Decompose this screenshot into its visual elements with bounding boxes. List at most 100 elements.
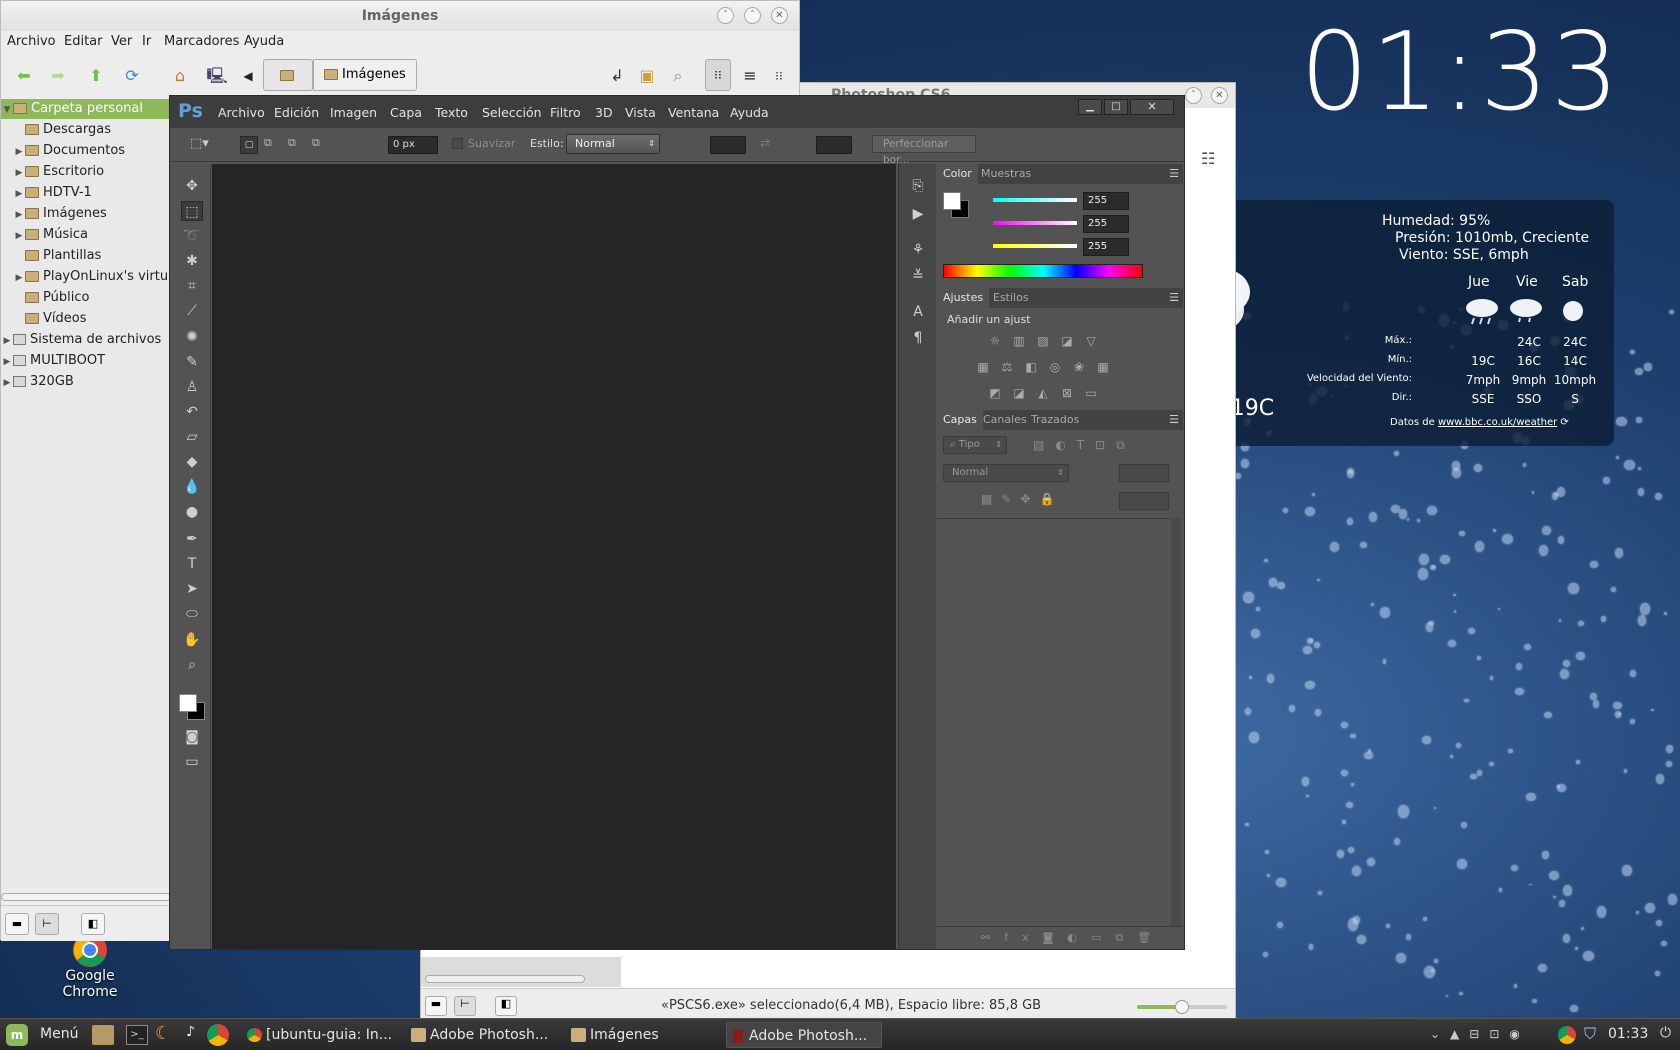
move-tool-icon[interactable]: ✥ — [181, 176, 203, 196]
bg-minimize-button[interactable]: ˇ — [1185, 87, 1202, 104]
eraser-tool-icon[interactable]: ▱ — [181, 427, 203, 447]
expand-right-icon[interactable]: ▶ — [13, 268, 25, 287]
sidebar-item[interactable]: ▶ MULTIBOOT — [1, 351, 171, 371]
breadcrumb-home[interactable] — [263, 59, 313, 91]
sidebar-item[interactable]: ▼ Carpeta personal — [1, 99, 171, 119]
close-sidebar-button[interactable]: ◧ — [81, 913, 105, 935]
sidebar-item[interactable]: ▶ Sistema de archivos — [1, 330, 171, 350]
desktop-chrome-shortcut[interactable]: Google Chrome — [40, 932, 140, 1000]
expand-right-icon[interactable]: ▶ — [13, 226, 25, 245]
bg-horizontal-scrollbar[interactable] — [425, 975, 585, 983]
paragraph-panel-icon[interactable]: ¶ — [909, 330, 927, 346]
green-value[interactable]: 255 — [1083, 215, 1129, 233]
ellipse-tool-icon[interactable]: ⬭ — [181, 604, 203, 624]
curves-icon[interactable]: ▨ — [1035, 334, 1051, 348]
actions-panel-icon[interactable]: ▶ — [909, 206, 927, 222]
tab-capas[interactable]: Capas — [937, 410, 983, 430]
start-menu-button[interactable]: Menú — [40, 1026, 78, 1042]
invert-icon[interactable]: ◩ — [987, 386, 1003, 400]
brush-tool-icon[interactable]: ✎ — [181, 352, 203, 372]
tab-trazados[interactable]: Trazados — [1025, 410, 1085, 430]
expand-right-icon[interactable]: ▶ — [13, 142, 25, 161]
shield-icon[interactable]: ⛉ — [1584, 1024, 1596, 1044]
computer-icon[interactable]: 🖳 — [206, 65, 228, 87]
add-selection-icon[interactable]: ⧉ — [264, 136, 272, 150]
places-button[interactable]: ▬ — [5, 913, 29, 935]
paint-bucket-icon[interactable]: ◆ — [181, 452, 203, 472]
task-photoshop[interactable]: Adobe Photosh... — [726, 1022, 882, 1048]
chrome-launcher-icon[interactable] — [207, 1024, 229, 1046]
compact-view-button[interactable]: ⁝⁝ — [768, 65, 790, 87]
tab-estilos[interactable]: Estilos — [987, 288, 1035, 308]
close-button[interactable]: ✕ — [771, 7, 788, 24]
menu-archivo[interactable]: Archivo — [7, 34, 56, 49]
maximize-button[interactable]: ˆ — [744, 7, 761, 24]
eyedropper-icon[interactable]: ⟋ — [181, 301, 203, 321]
ps-menu-texto[interactable]: Texto — [435, 105, 468, 120]
minimize-button[interactable]: ˇ — [717, 7, 734, 24]
system-tray-icons[interactable]: ⌄▲⊟⊡◉ — [1430, 1027, 1530, 1041]
magic-wand-icon[interactable]: ✱ — [181, 251, 203, 271]
refresh-icon[interactable]: ⟳ — [1560, 417, 1568, 428]
brush-panel-icon[interactable]: ⚘ — [909, 242, 927, 258]
taskbar-clock[interactable]: 01:33 — [1608, 1026, 1648, 1042]
menu-ver[interactable]: Ver — [111, 34, 132, 49]
ps-menu-filtro[interactable]: Filtro — [550, 105, 581, 120]
lock-icons[interactable]: ▩✎✥🔒 — [981, 492, 1063, 506]
ps-menu-capa[interactable]: Capa — [390, 105, 422, 120]
tree-toggle[interactable]: ⊢ — [454, 996, 476, 1016]
list-view-button[interactable]: ≡ — [739, 65, 761, 87]
pen-tool-icon[interactable]: ✒ — [181, 529, 203, 549]
sidebar-item[interactable]: ▶ Música — [1, 225, 171, 245]
layers-scrollbar[interactable] — [1171, 518, 1181, 926]
black-white-icon[interactable]: ◧ — [1023, 360, 1039, 374]
terminal-launcher-icon[interactable]: >_ — [126, 1025, 148, 1045]
path-selection-icon[interactable]: ➤ — [181, 579, 203, 599]
up-arrow-icon[interactable]: ⬆ — [85, 65, 107, 87]
gradient-map-icon[interactable]: ⊠ — [1059, 386, 1075, 400]
bbc-weather-link[interactable]: www.bbc.co.uk/weather — [1438, 417, 1557, 428]
panel-menu-icon[interactable]: ☰ — [1169, 413, 1179, 426]
tree-button[interactable]: ⊢ — [35, 913, 59, 935]
layers-list[interactable] — [937, 518, 1169, 926]
expand-right-icon[interactable]: ▶ — [1, 352, 13, 371]
reload-icon[interactable]: ⟳ — [121, 65, 143, 87]
sidebar-item[interactable]: Plantillas — [1, 246, 171, 266]
hand-tool-icon[interactable]: ✋ — [181, 630, 203, 650]
sidebar-scrollbar[interactable] — [1, 893, 171, 901]
task-chrome[interactable]: [ubuntu-guia: In... — [244, 1022, 394, 1048]
path-back-icon[interactable]: ◀ — [237, 65, 259, 87]
ps-menu-edicion[interactable]: Edición — [274, 105, 319, 120]
style-select[interactable]: Normal ⇕ — [566, 134, 660, 154]
blur-tool-icon[interactable]: 💧 — [181, 477, 203, 497]
menu-ir[interactable]: Ir — [142, 34, 151, 49]
sidebar-item[interactable]: ▶ HDTV-1 — [1, 183, 171, 203]
brush-presets-icon[interactable]: ≚ — [909, 268, 927, 284]
ps-menu-ventana[interactable]: Ventana — [668, 105, 719, 120]
color-fg-swatch[interactable] — [943, 192, 961, 210]
intersect-selection-icon[interactable]: ⧉ — [312, 136, 320, 150]
width-input[interactable] — [710, 136, 746, 154]
ps-maximize-button[interactable]: □ — [1104, 99, 1128, 115]
healing-brush-icon[interactable]: ✺ — [181, 327, 203, 347]
tab-color[interactable]: Color — [937, 164, 978, 184]
sidebar-item[interactable]: ▶ PlayOnLinux's virtual — [1, 267, 171, 287]
color-lookup-icon[interactable]: ▦ — [1095, 360, 1111, 374]
expand-right-icon[interactable]: ▶ — [1, 373, 13, 392]
menu-ayuda[interactable]: Ayuda — [244, 34, 284, 49]
menu-marcadores[interactable]: Marcadores — [164, 34, 239, 49]
expand-right-icon[interactable]: ▶ — [13, 205, 25, 224]
icon-view-button[interactable]: ⁝⁝ — [705, 59, 731, 91]
files-launcher-icon[interactable] — [92, 1025, 114, 1045]
expand-down-icon[interactable]: ▼ — [1, 100, 13, 119]
ps-close-button[interactable]: ✕ — [1130, 99, 1174, 115]
tab-ajustes[interactable]: Ajustes — [937, 288, 990, 308]
character-panel-icon[interactable]: A — [909, 304, 927, 320]
expand-right-icon[interactable]: ▶ — [1, 331, 13, 350]
photo-filter-icon[interactable]: ◎ — [1047, 360, 1063, 374]
hue-saturation-icon[interactable]: ▦ — [975, 360, 991, 374]
new-folder-icon[interactable]: ▣ — [636, 65, 658, 87]
green-slider[interactable] — [993, 221, 1077, 225]
power-icon[interactable]: ⏻ — [1660, 1025, 1671, 1041]
ps-minimize-button[interactable]: ▁ — [1078, 99, 1102, 115]
